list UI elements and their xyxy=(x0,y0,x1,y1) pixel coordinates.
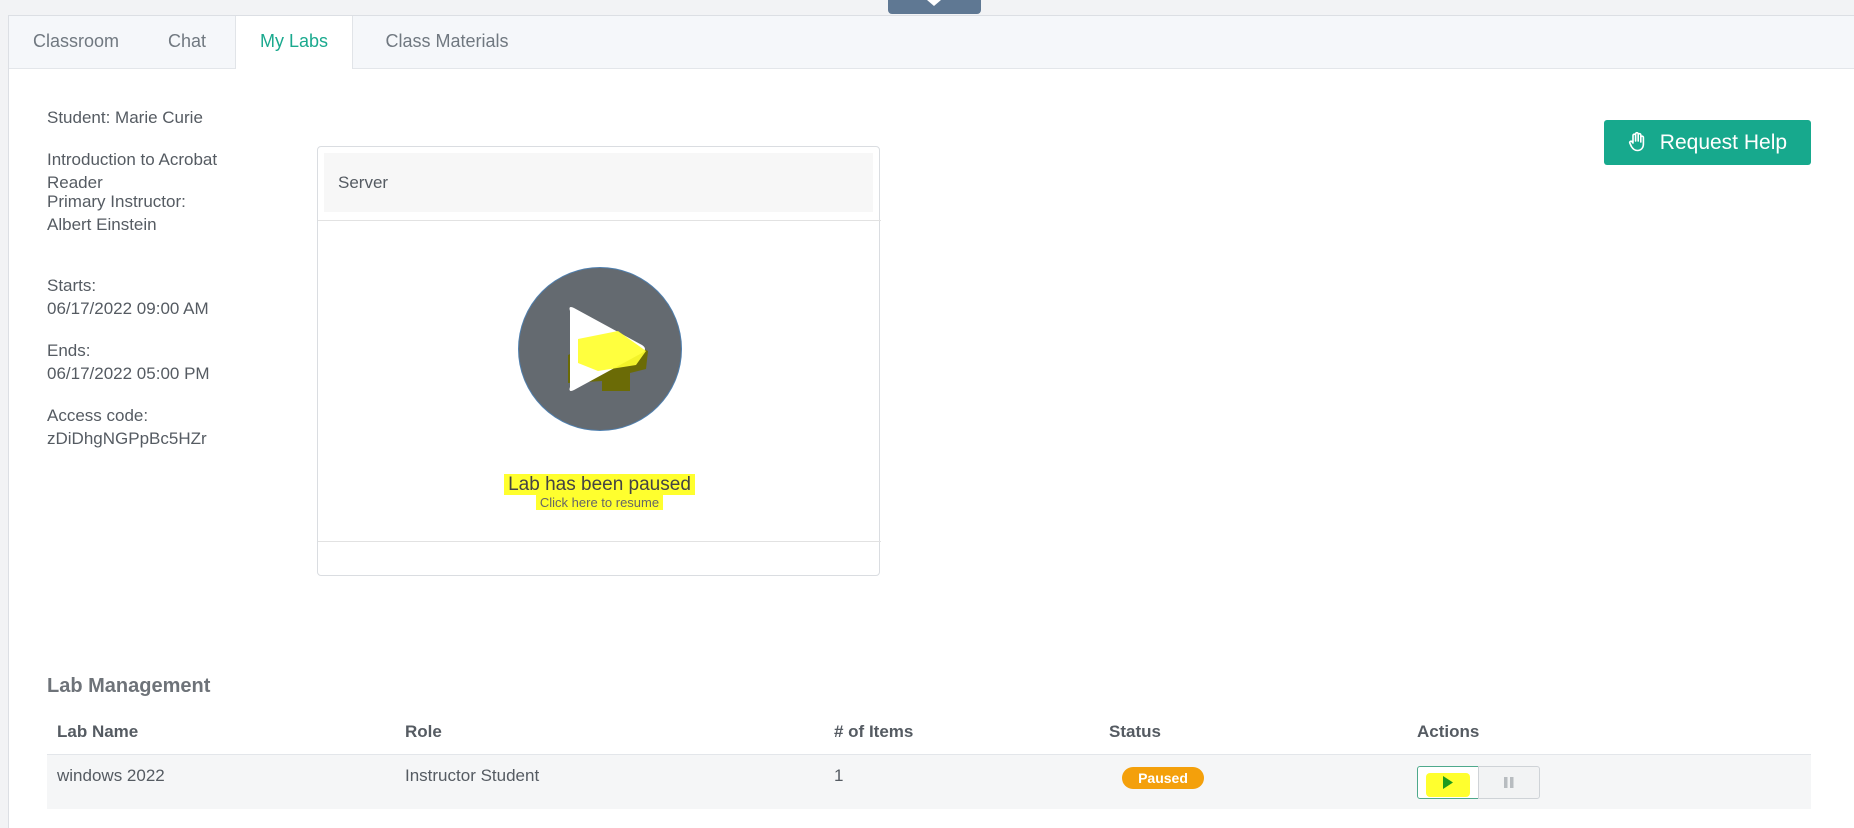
ends-label: Ends: xyxy=(47,341,91,360)
server-header: Server xyxy=(324,153,873,212)
lab-paused-title-text: Lab has been paused xyxy=(504,474,695,495)
instructor-label: Primary Instructor: xyxy=(47,192,186,211)
server-card: Server Lab has been paused Click here to… xyxy=(317,146,881,576)
request-help-label: Request Help xyxy=(1659,131,1788,154)
access-code-value: zDiDhgNGPpBc5HZr xyxy=(47,429,207,448)
column-header-status: Status xyxy=(1109,722,1161,741)
tab-class-materials[interactable]: Class Materials xyxy=(353,16,541,68)
student-name: Student: Marie Curie xyxy=(47,108,203,127)
request-help-button[interactable]: Request Help xyxy=(1604,120,1811,165)
status-badge: Paused xyxy=(1122,767,1204,789)
cell-items: 1 xyxy=(834,766,844,785)
cell-role: Instructor Student xyxy=(405,766,540,785)
resume-lab-button[interactable] xyxy=(1417,766,1479,799)
access-code-label: Access code: xyxy=(47,406,149,425)
tab-my-labs[interactable]: My Labs xyxy=(235,16,353,69)
ends-value: 06/17/2022 05:00 PM xyxy=(47,364,210,383)
resume-hint-text: Click here to resume xyxy=(535,495,664,510)
access-code: Access code: zDiDhgNGPpBc5HZr xyxy=(47,404,247,450)
column-header-role: Role xyxy=(405,722,442,741)
play-icon[interactable] xyxy=(518,267,682,431)
resume-lab-area[interactable]: Lab has been paused Click here to resume xyxy=(318,220,881,542)
resume-hint[interactable]: Click here to resume xyxy=(318,495,881,510)
tab-chat[interactable]: Chat xyxy=(143,16,231,68)
course-title-line1: Introduction to Acrobat xyxy=(47,150,218,169)
pause-icon xyxy=(1504,777,1514,788)
lab-paused-title: Lab has been paused xyxy=(318,474,881,496)
instructor-name: Albert Einstein xyxy=(47,215,157,234)
primary-instructor: Primary Instructor: Albert Einstein xyxy=(47,190,247,236)
main-panel: Classroom Chat My Labs Class Materials S… xyxy=(8,15,1854,828)
pause-lab-button[interactable] xyxy=(1478,766,1540,799)
hand-icon xyxy=(1628,123,1646,168)
tab-bar: Classroom Chat My Labs Class Materials xyxy=(9,16,1854,69)
play-icon xyxy=(1443,776,1453,789)
column-header-actions: Actions xyxy=(1417,722,1480,741)
course-title: Introduction to Acrobat Reader xyxy=(47,148,247,194)
starts-value: 06/17/2022 09:00 AM xyxy=(47,299,209,318)
lab-start: Starts: 06/17/2022 09:00 AM xyxy=(47,274,247,320)
starts-label: Starts: xyxy=(47,276,97,295)
column-header-lab-name: Lab Name xyxy=(57,722,139,741)
column-header-items: # of Items xyxy=(834,722,914,741)
table-row xyxy=(47,755,1811,809)
lab-management-title: Lab Management xyxy=(47,675,211,697)
cell-lab-name: windows 2022 xyxy=(57,766,165,785)
lab-end: Ends: 06/17/2022 05:00 PM xyxy=(47,339,247,385)
top-drawer-handle[interactable] xyxy=(888,0,981,14)
tab-classroom[interactable]: Classroom xyxy=(9,16,143,68)
